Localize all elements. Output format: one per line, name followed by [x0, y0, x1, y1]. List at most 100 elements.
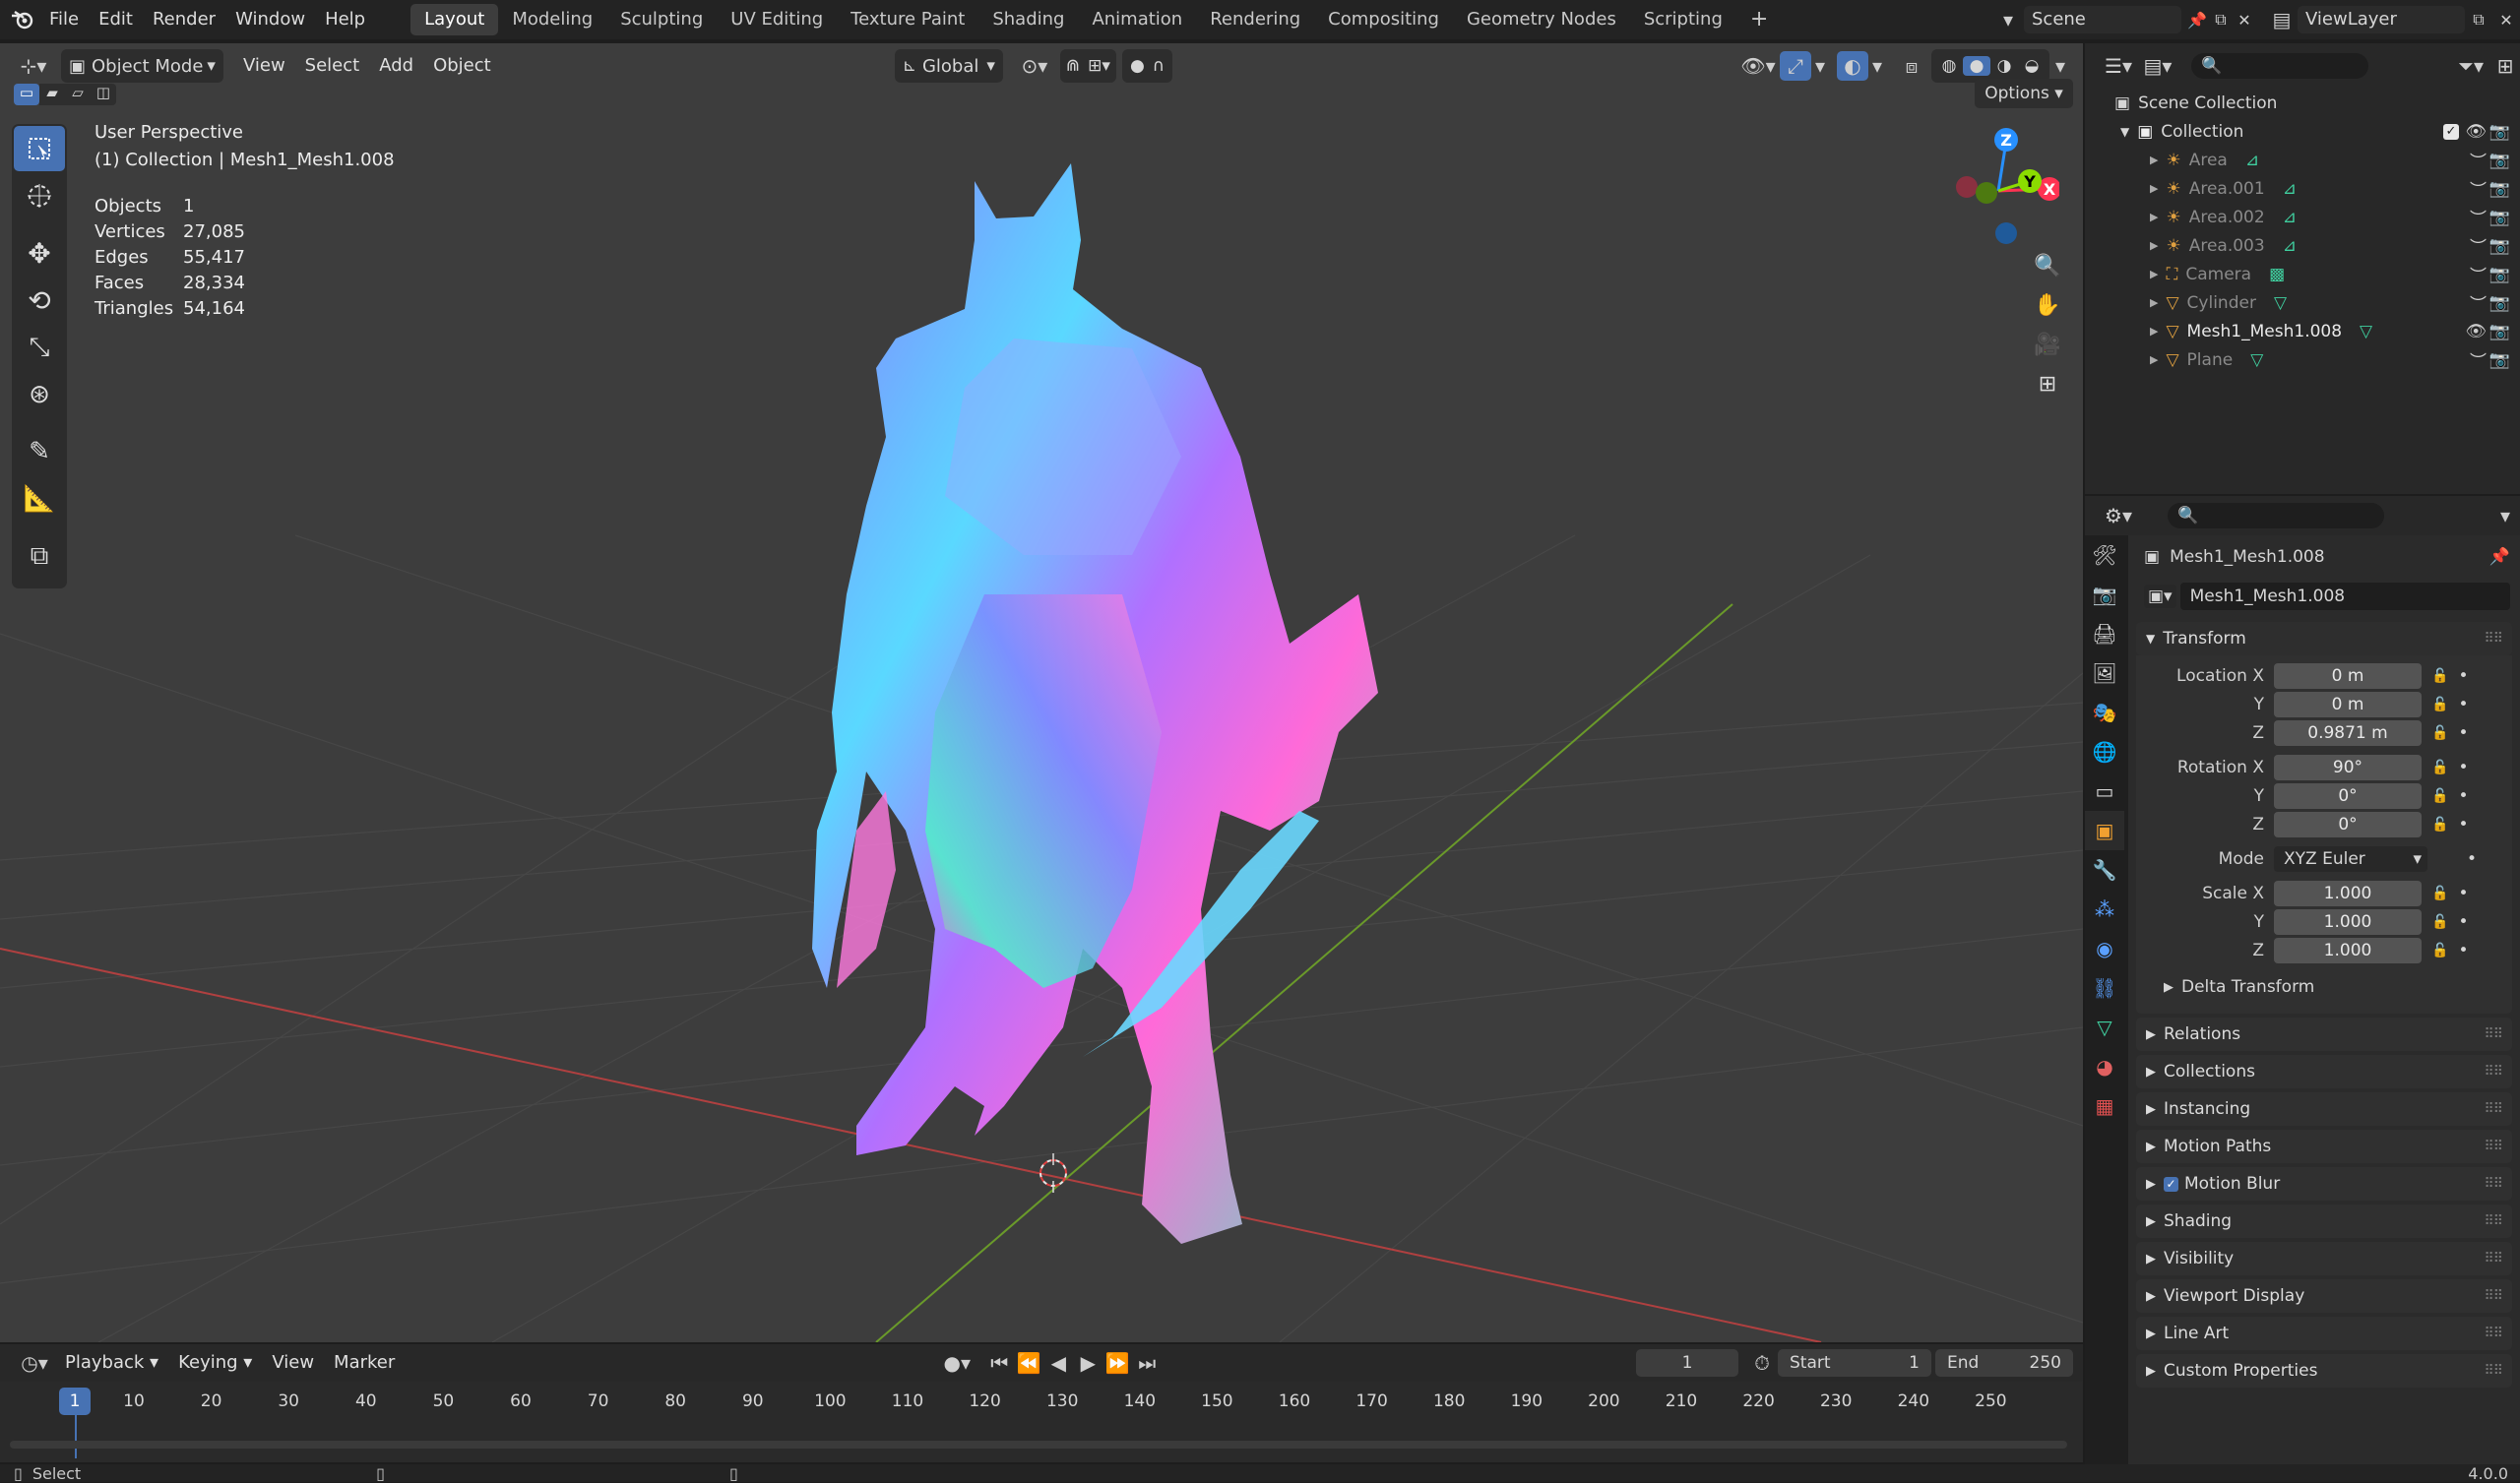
shading-dropdown-icon[interactable]: ▾: [2049, 50, 2071, 82]
panel-instancing[interactable]: ▶ Instancing ⠿⠿: [2136, 1092, 2512, 1126]
location-z-field[interactable]: 0.9871 m: [2274, 719, 2422, 746]
keyframe-dot-icon[interactable]: •: [2458, 912, 2468, 932]
constraints-tab-icon[interactable]: ⛓: [2085, 968, 2124, 1008]
menu-render[interactable]: Render: [143, 0, 225, 39]
tab-uv-editing[interactable]: UV Editing: [717, 4, 837, 35]
new-scene-icon[interactable]: ⧉: [2209, 4, 2233, 35]
solid-shading-icon[interactable]: ●: [1963, 56, 1990, 76]
select-box-tool-icon[interactable]: [14, 126, 65, 171]
end-frame-field[interactable]: End 250: [1935, 1349, 2073, 1377]
gizmo-neg-z-axis[interactable]: [1995, 222, 2017, 244]
expand-icon[interactable]: ▶: [2150, 239, 2158, 252]
expand-icon[interactable]: ▶: [2150, 325, 2158, 338]
new-collection-icon[interactable]: ⊞: [2490, 50, 2520, 82]
render-tab-icon[interactable]: 📷: [2085, 575, 2124, 614]
tab-scripting[interactable]: Scripting: [1630, 4, 1736, 35]
timeline-editor-icon[interactable]: ◷▾: [14, 1347, 55, 1379]
start-frame-field[interactable]: Start 1: [1778, 1349, 1931, 1377]
drag-grip-icon[interactable]: ⠿⠿: [2484, 1064, 2502, 1080]
mode-selector[interactable]: ▣ Object Mode ▾: [61, 49, 223, 83]
preview-range-icon[interactable]: ⏱: [1746, 1347, 1778, 1379]
world-tab-icon[interactable]: 🌐: [2085, 732, 2124, 772]
keyframe-dot-icon[interactable]: •: [2458, 758, 2468, 777]
scene-collection-row[interactable]: ▣ Scene Collection: [2085, 89, 2520, 117]
measure-tool-icon[interactable]: 📐: [14, 476, 65, 522]
tab-modeling[interactable]: Modeling: [498, 4, 606, 35]
rotate-tool-icon[interactable]: ⟲: [14, 278, 65, 323]
close-view-layer-icon[interactable]: ✕: [2492, 4, 2520, 35]
view-layer-icon[interactable]: ▤: [2266, 4, 2298, 35]
wireframe-shading-icon[interactable]: ◍: [1935, 56, 1963, 76]
panel-relations[interactable]: ▶ Relations ⠿⠿: [2136, 1018, 2512, 1051]
play-icon[interactable]: ▶: [1074, 1347, 1102, 1379]
view-layer-field[interactable]: ViewLayer: [2298, 6, 2465, 33]
expand-icon[interactable]: ▶: [2150, 296, 2158, 309]
visibility-eye-icon[interactable]: 👁: [2465, 322, 2487, 341]
keyframe-dot-icon[interactable]: •: [2458, 786, 2468, 806]
menu-view[interactable]: View: [233, 49, 295, 83]
rotation-z-field[interactable]: 0°: [2274, 811, 2422, 837]
jump-end-icon[interactable]: ⏭: [1133, 1347, 1161, 1379]
options-button[interactable]: Options ▾: [1975, 79, 2073, 108]
tab-sculpting[interactable]: Sculpting: [606, 4, 717, 35]
add-workspace-button[interactable]: +: [1736, 4, 1782, 35]
scale-tool-icon[interactable]: ⤡: [14, 325, 65, 370]
timeline-scrollbar[interactable]: [10, 1441, 2067, 1449]
perspective-grid-icon[interactable]: ⊞: [2028, 364, 2067, 403]
expand-icon[interactable]: ▶: [2150, 353, 2158, 366]
xray-icon[interactable]: ⧈: [1896, 50, 1927, 82]
transform-panel-header[interactable]: ▼ Transform ⠿⠿: [2136, 622, 2512, 655]
scale-y-field[interactable]: 1.000: [2274, 908, 2422, 935]
play-reverse-icon[interactable]: ◀: [1044, 1347, 1072, 1379]
motion-blur-checkbox[interactable]: ✓: [2164, 1176, 2178, 1192]
expand-icon[interactable]: ▶: [2150, 154, 2158, 166]
drag-grip-icon[interactable]: ⠿⠿: [2484, 1101, 2502, 1117]
data-tab-icon[interactable]: ▽: [2085, 1008, 2124, 1047]
scene-icon[interactable]: ▾: [1992, 4, 2024, 35]
scene-tab-icon[interactable]: 🎭: [2085, 693, 2124, 732]
expand-icon[interactable]: ▼: [2120, 125, 2129, 139]
exclude-checkbox[interactable]: ✓: [2443, 123, 2459, 140]
select-extend-icon[interactable]: ▰: [39, 84, 65, 105]
keyframe-dot-icon[interactable]: •: [2458, 941, 2468, 960]
panel-collections[interactable]: ▶ Collections ⠿⠿: [2136, 1055, 2512, 1088]
panel-motion-blur[interactable]: ▶ ✓ Motion Blur ⠿⠿: [2136, 1167, 2512, 1201]
render-camera-icon[interactable]: 📷: [2489, 122, 2510, 142]
object-tab-icon[interactable]: ▣: [2085, 811, 2124, 850]
next-keyframe-icon[interactable]: ⏩: [1103, 1347, 1131, 1379]
pan-hand-icon[interactable]: ✋: [2028, 285, 2067, 325]
lock-icon[interactable]: 🔓: [2431, 725, 2448, 741]
material-shading-icon[interactable]: ◑: [1990, 56, 2018, 76]
expand-icon[interactable]: ▶: [2150, 268, 2158, 280]
keyframe-dot-icon[interactable]: •: [2458, 666, 2468, 686]
snapping-group[interactable]: ⋒ ⊞▾: [1059, 49, 1116, 83]
add-cube-tool-icon[interactable]: ⧉: [14, 533, 65, 579]
menu-add[interactable]: Add: [369, 49, 423, 83]
render-camera-icon[interactable]: 📷: [2489, 265, 2510, 284]
keyframe-dot-icon[interactable]: •: [2458, 695, 2468, 714]
cursor-tool-icon[interactable]: [14, 173, 65, 218]
hidden-eye-icon[interactable]: ︶: [2470, 262, 2487, 286]
transform-tool-icon[interactable]: ⊛: [14, 372, 65, 417]
tab-shading[interactable]: Shading: [978, 4, 1078, 35]
outliner-item[interactable]: ▶ ☀ Area.003 ⊿ ︶ 📷: [2085, 231, 2520, 260]
camera-view-icon[interactable]: 🎥: [2028, 325, 2067, 364]
tab-compositing[interactable]: Compositing: [1314, 4, 1453, 35]
3d-cursor[interactable]: [1040, 1153, 1067, 1193]
annotate-tool-icon[interactable]: ✎: [14, 429, 65, 474]
mesh-figure[interactable]: [812, 163, 1378, 1244]
new-view-layer-icon[interactable]: ⧉: [2465, 4, 2492, 35]
panel-line-art[interactable]: ▶ Line Art ⠿⠿: [2136, 1317, 2512, 1350]
drag-grip-icon[interactable]: ⠿⠿: [2484, 1288, 2502, 1304]
properties-search-input[interactable]: 🔍: [2168, 503, 2384, 528]
rendered-shading-icon[interactable]: ◒: [2018, 56, 2046, 76]
view-layer-tab-icon[interactable]: 🖼: [2085, 653, 2124, 693]
outliner-search-input[interactable]: 🔍: [2191, 53, 2368, 79]
visibility-eye-icon[interactable]: 👁: [2465, 122, 2487, 142]
outliner-item[interactable]: ▶ ▽ Plane ▽ ︶ 📷: [2085, 345, 2520, 374]
proportional-group[interactable]: ● ∩: [1121, 49, 1173, 83]
tool-tab-icon[interactable]: 🛠: [2085, 535, 2124, 575]
hidden-eye-icon[interactable]: ︶: [2470, 205, 2487, 229]
drag-grip-icon[interactable]: ⠿⠿: [2484, 1139, 2502, 1154]
render-camera-icon[interactable]: 📷: [2489, 322, 2510, 341]
